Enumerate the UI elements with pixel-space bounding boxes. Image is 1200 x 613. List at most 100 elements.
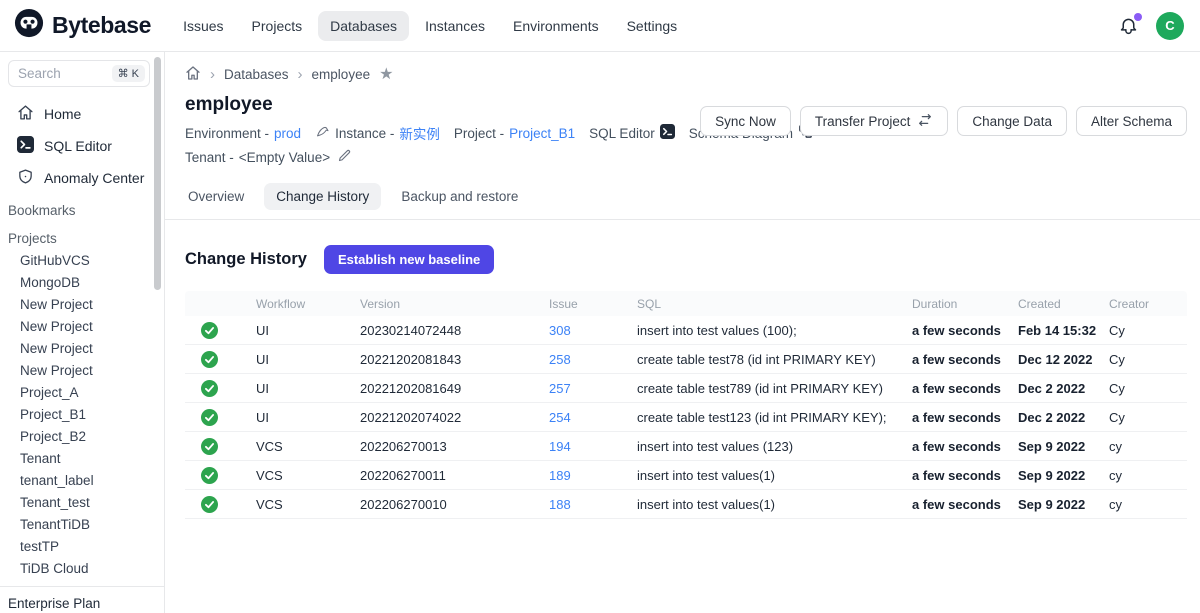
sidebar-project-project-b2[interactable]: Project_B2 [0, 426, 164, 448]
table-row[interactable]: UI20221202081843258create table test78 (… [185, 345, 1187, 374]
status-success-icon [185, 409, 256, 426]
notification-bell-icon[interactable] [1118, 15, 1140, 37]
nav-item-projects[interactable]: Projects [240, 11, 315, 41]
sidebar-scrollbar[interactable] [154, 57, 161, 290]
issue-link[interactable]: 254 [549, 410, 571, 425]
search-input[interactable]: Search ⌘ K [8, 60, 150, 87]
sidebar-project-tenant-test[interactable]: Tenant_test [0, 492, 164, 514]
column-header-sql: SQL [637, 297, 912, 311]
brand-logo[interactable]: Bytebase [14, 8, 151, 43]
instance-link[interactable]: 新实例 [399, 123, 440, 143]
column-header-version: Version [360, 297, 549, 311]
breadcrumb-databases[interactable]: Databases [224, 67, 289, 82]
cell-creator: cy [1109, 468, 1187, 483]
cell-issue: 308 [549, 323, 637, 338]
notification-dot [1134, 13, 1142, 21]
issue-link[interactable]: 257 [549, 381, 571, 396]
environment-link[interactable]: prod [274, 126, 301, 141]
status-success-icon [185, 496, 256, 513]
cell-created: Sep 9 2022 [1018, 439, 1109, 454]
sidebar-section-bookmarks[interactable]: Bookmarks [0, 194, 164, 222]
sidebar-project-project-a[interactable]: Project_A [0, 382, 164, 404]
sidebar-project-tenanttidb[interactable]: TenantTiDB [0, 514, 164, 536]
user-avatar[interactable]: C [1156, 12, 1184, 40]
tab-backup-and-restore[interactable]: Backup and restore [398, 183, 521, 210]
project-label: Project - [454, 126, 504, 141]
cell-sql: create table test789 (id int PRIMARY KEY… [637, 381, 912, 396]
sidebar-item-label: SQL Editor [44, 138, 112, 154]
edit-tenant-pencil-icon[interactable] [337, 148, 352, 166]
cell-workflow: VCS [256, 497, 360, 512]
issue-link[interactable]: 189 [549, 468, 571, 483]
plan-label: Enterprise Plan [0, 586, 164, 613]
column-header-workflow: Workflow [256, 297, 360, 311]
change-data-label: Change Data [972, 114, 1052, 129]
sidebar-project-new-project[interactable]: New Project [0, 294, 164, 316]
sidebar-project-tenant[interactable]: Tenant [0, 448, 164, 470]
cell-creator: cy [1109, 497, 1187, 512]
bookmark-star-icon[interactable]: ★ [379, 67, 393, 83]
column-header-issue: Issue [549, 297, 637, 311]
cell-issue: 189 [549, 468, 637, 483]
breadcrumb-separator: › [298, 67, 303, 82]
cell-version: 20221202074022 [360, 410, 549, 425]
status-success-icon [185, 380, 256, 397]
table-row[interactable]: UI20230214072448308insert into test valu… [185, 316, 1187, 345]
cell-creator: Cy [1109, 410, 1187, 425]
establish-baseline-button[interactable]: Establish new baseline [324, 245, 494, 274]
change-data-button[interactable]: Change Data [957, 106, 1067, 136]
breadcrumb-employee[interactable]: employee [312, 67, 371, 82]
cell-sql: insert into test values(1) [637, 468, 912, 483]
sidebar-project-new-project[interactable]: New Project [0, 360, 164, 382]
project-link[interactable]: Project_B1 [509, 126, 575, 141]
tab-change-history[interactable]: Change History [264, 183, 381, 210]
sidebar-project-githubvcs[interactable]: GitHubVCS [0, 250, 164, 272]
sql-editor-shortcut[interactable]: SQL Editor [589, 124, 675, 142]
nav-item-issues[interactable]: Issues [171, 11, 235, 41]
issue-link[interactable]: 258 [549, 352, 571, 367]
sidebar-project-tenant-label[interactable]: tenant_label [0, 470, 164, 492]
sidebar-item-sql-editor[interactable]: SQL Editor [0, 130, 164, 162]
cell-created: Feb 14 15:32 [1018, 323, 1109, 338]
sql-editor-label: SQL Editor [589, 126, 655, 141]
instance-label: Instance - [335, 126, 394, 141]
table-row[interactable]: UI20221202074022254create table test123 … [185, 403, 1187, 432]
table-row[interactable]: VCS202206270013194insert into test value… [185, 432, 1187, 461]
sidebar-project-testtp[interactable]: testTP [0, 536, 164, 558]
nav-item-environments[interactable]: Environments [501, 11, 611, 41]
transfer-project-button[interactable]: Transfer Project [800, 106, 949, 136]
table-row[interactable]: VCS202206270011189insert into test value… [185, 461, 1187, 490]
breadcrumb-home-icon[interactable] [185, 65, 201, 84]
issue-link[interactable]: 188 [549, 497, 571, 512]
cell-duration: a few seconds [912, 352, 1018, 367]
cell-issue: 257 [549, 381, 637, 396]
nav-item-settings[interactable]: Settings [615, 11, 690, 41]
sidebar-item-anomaly-center[interactable]: Anomaly Center [0, 162, 164, 194]
nav-item-instances[interactable]: Instances [413, 11, 497, 41]
sidebar-section-projects[interactable]: Projects [0, 222, 164, 250]
tab-divider [165, 219, 1200, 220]
sidebar-project-tidb-cloud[interactable]: TiDB Cloud [0, 558, 164, 580]
nav-item-databases[interactable]: Databases [318, 11, 409, 41]
alter-schema-button[interactable]: Alter Schema [1076, 106, 1187, 136]
sidebar-project-new-project[interactable]: New Project [0, 338, 164, 360]
sidebar-item-label: Anomaly Center [44, 170, 144, 186]
sync-now-button[interactable]: Sync Now [700, 106, 791, 136]
mysql-instance-icon [315, 124, 330, 142]
search-shortcut-badge: ⌘ K [112, 65, 145, 82]
sidebar-project-mongodb[interactable]: MongoDB [0, 272, 164, 294]
sidebar-item-home[interactable]: Home [0, 98, 164, 130]
sidebar-project-project-b1[interactable]: Project_B1 [0, 404, 164, 426]
sidebar-project-list: GitHubVCSMongoDBNew ProjectNew ProjectNe… [0, 250, 164, 580]
status-success-icon [185, 322, 256, 339]
issue-link[interactable]: 308 [549, 323, 571, 338]
cell-creator: cy [1109, 439, 1187, 454]
page-actions: Sync Now Transfer Project Change Data Al… [700, 106, 1187, 136]
change-history-section: Change History Establish new baseline Wo… [165, 245, 1200, 519]
table-row[interactable]: UI20221202081649257create table test789 … [185, 374, 1187, 403]
sidebar-project-new-project[interactable]: New Project [0, 316, 164, 338]
cell-duration: a few seconds [912, 323, 1018, 338]
tab-overview[interactable]: Overview [185, 183, 247, 210]
issue-link[interactable]: 194 [549, 439, 571, 454]
table-row[interactable]: VCS202206270010188insert into test value… [185, 490, 1187, 519]
